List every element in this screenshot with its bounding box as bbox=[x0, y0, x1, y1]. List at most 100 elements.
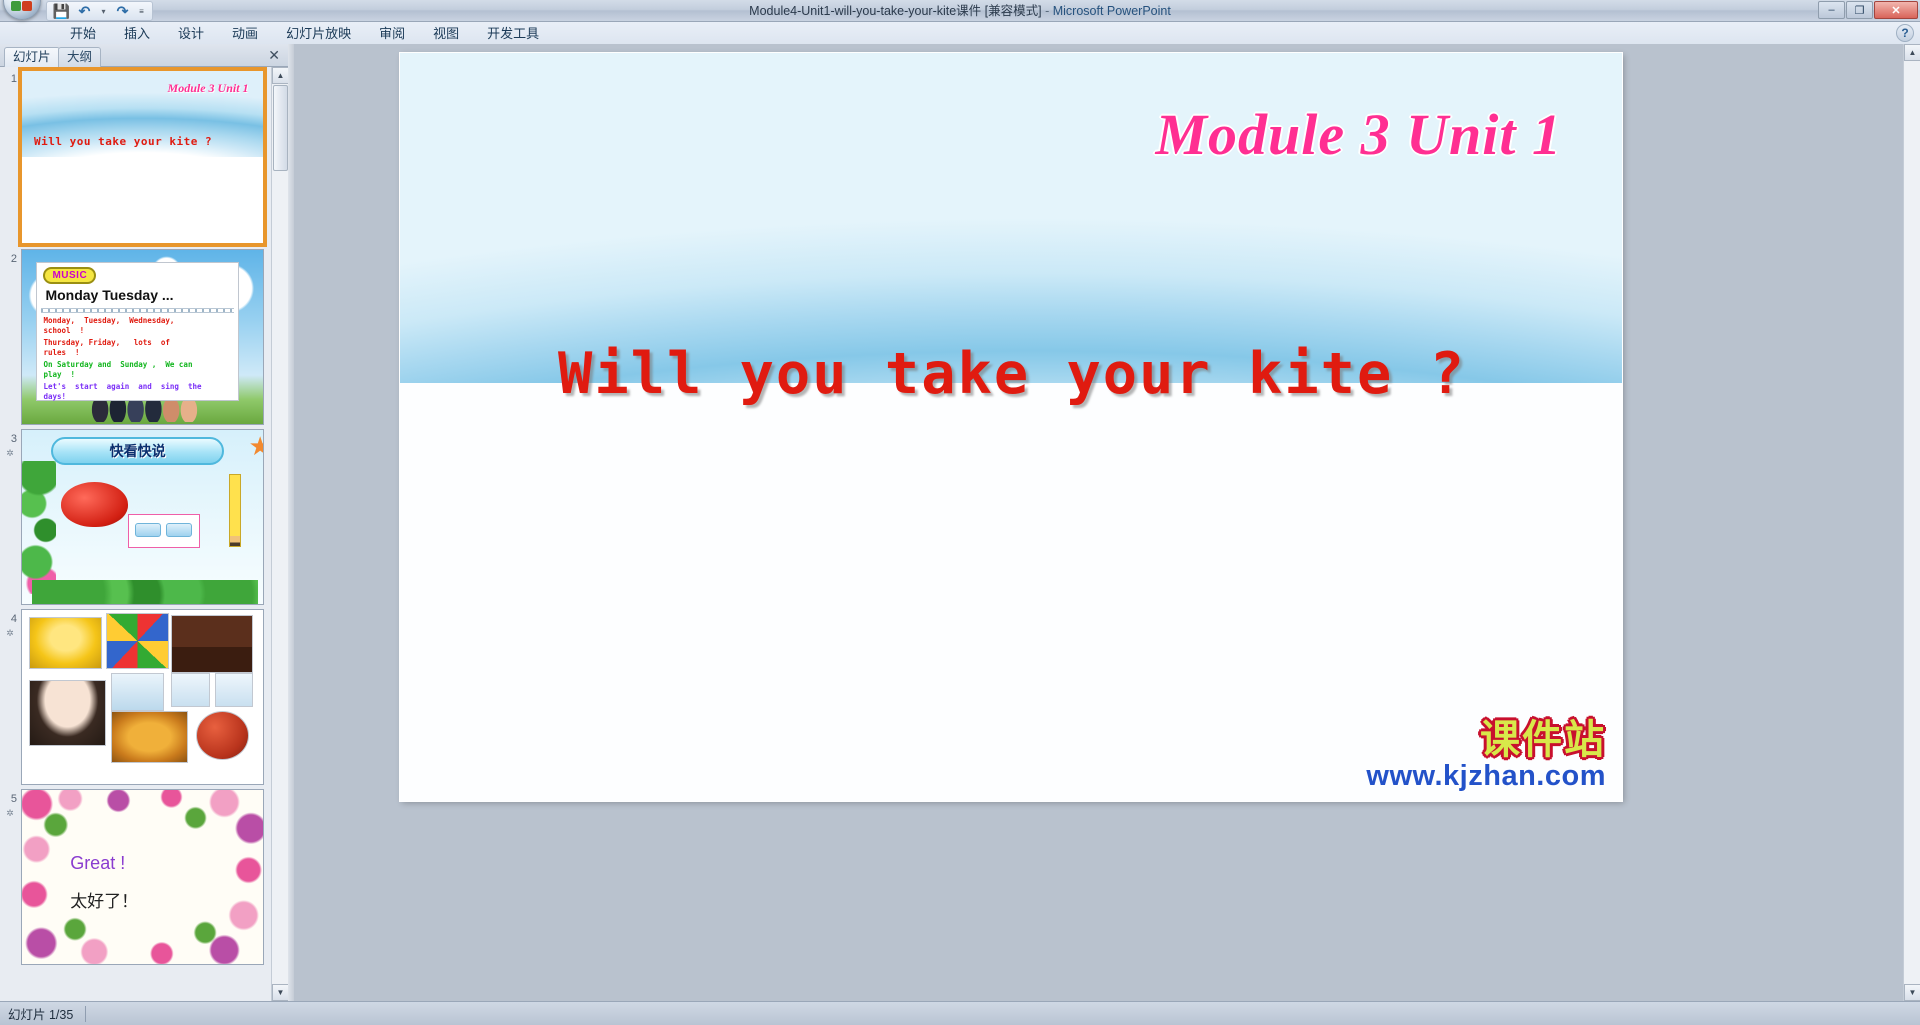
watermark-site-name: 课件站 bbox=[1480, 717, 1606, 762]
pane-tab-slides[interactable]: 幻灯片 bbox=[4, 47, 60, 67]
thumbnail-number: 4 bbox=[10, 613, 17, 625]
redo-icon[interactable]: ↷ bbox=[114, 3, 131, 20]
eraser-frame bbox=[128, 513, 201, 549]
tab-review[interactable]: 审阅 bbox=[365, 23, 419, 44]
thumb-title-text: Module 3 Unit 1 bbox=[167, 81, 249, 96]
slide-title-text[interactable]: Module 3 Unit 1 bbox=[1155, 101, 1562, 168]
thumbnail-slide-4[interactable]: 4 ✲ bbox=[0, 607, 270, 787]
customize-qat-icon[interactable]: ≡ bbox=[137, 3, 146, 20]
icecream-image bbox=[111, 672, 165, 711]
content-card: MUSIC Monday Tuesday ... Monday, Tuesday… bbox=[36, 262, 239, 402]
tab-insert[interactable]: 插入 bbox=[110, 23, 164, 44]
help-icon[interactable]: ? bbox=[1896, 24, 1914, 42]
tab-home[interactable]: 开始 bbox=[56, 23, 110, 44]
quick-access-toolbar: 💾 ↶ ▾ ↷ ≡ bbox=[46, 1, 153, 21]
thumbnail-scroll-region[interactable]: 1 Module 3 Unit 1 Will you take your kit… bbox=[0, 67, 288, 1001]
animation-icon[interactable]: ✲ bbox=[3, 449, 17, 458]
thumbnail-number: 3 bbox=[10, 433, 17, 445]
eraser-image bbox=[165, 523, 193, 537]
undo-dropdown-icon[interactable]: ▾ bbox=[99, 3, 108, 20]
thumbnail-preview: Great ! 太好了！ bbox=[21, 789, 264, 965]
cake-image bbox=[171, 615, 254, 673]
thumbnail-preview: MUSIC Monday Tuesday ... Monday, Tuesday… bbox=[21, 249, 264, 425]
office-logo-icon bbox=[10, 0, 34, 13]
thumb-line-4: Let's start again and sing the days! bbox=[43, 382, 202, 402]
thumb-great-text: Great ! bbox=[70, 852, 126, 873]
thumbnail-preview: Module 3 Unit 1 Will you take your kite … bbox=[18, 67, 267, 247]
thumb-line-1: Monday, Tuesday, Wednesday, school ! bbox=[43, 316, 175, 336]
vine-decoration-left bbox=[22, 461, 56, 594]
slide-body-text[interactable]: Will you take your kite ? bbox=[482, 341, 1542, 407]
save-icon[interactable]: 💾 bbox=[53, 3, 70, 20]
divider bbox=[41, 308, 234, 314]
window-controls: – ❐ ✕ bbox=[1818, 1, 1918, 19]
ribbon-tabs: 开始 插入 设计 动画 幻灯片放映 审阅 视图 开发工具 bbox=[56, 22, 553, 44]
animation-icon[interactable]: ✲ bbox=[3, 809, 17, 818]
thumbnail-slide-1[interactable]: 1 Module 3 Unit 1 Will you take your kit… bbox=[0, 67, 270, 247]
thumb-line-2: Thursday, Friday, lots of rules ! bbox=[43, 338, 170, 358]
flower-border-decoration bbox=[22, 790, 263, 964]
scroll-down-icon[interactable]: ▼ bbox=[1904, 984, 1920, 1001]
pane-tab-outline[interactable]: 大纲 bbox=[58, 47, 102, 67]
banana-image bbox=[29, 616, 102, 670]
workspace: 幻灯片 大纲 ✕ 1 Module 3 Unit 1 Will you take… bbox=[0, 44, 1920, 1001]
thumbnail-slide-3[interactable]: 3 ✲ 快看快说 ★ bbox=[0, 427, 270, 607]
thumb-cn-text: 太好了！ bbox=[70, 892, 139, 912]
thumbnail-number: 1 bbox=[10, 73, 17, 85]
close-pane-icon[interactable]: ✕ bbox=[268, 47, 280, 63]
basketball-image bbox=[195, 710, 249, 760]
milk-image bbox=[29, 679, 107, 746]
thumbnail-number: 5 bbox=[10, 793, 17, 805]
thumbnail-slide-2[interactable]: 2 MUSIC Monday Tuesday ... Monday, Tuesd… bbox=[0, 247, 270, 427]
ribbon-tab-bar: 开始 插入 设计 动画 幻灯片放映 审阅 视图 开发工具 ? bbox=[0, 22, 1920, 44]
undo-icon[interactable]: ↶ bbox=[76, 3, 93, 20]
slides-pane: 幻灯片 大纲 ✕ 1 Module 3 Unit 1 Will you take… bbox=[0, 44, 289, 1001]
heading-banner: 快看快说 bbox=[50, 436, 225, 465]
scroll-down-icon[interactable]: ▼ bbox=[272, 984, 289, 1001]
status-divider bbox=[85, 1005, 87, 1022]
minimize-button[interactable]: – bbox=[1818, 1, 1845, 19]
pencil-image bbox=[229, 473, 242, 547]
thumb-line-3: On Saturday and Sunday , We can play ! bbox=[43, 360, 193, 380]
vine-decoration-bottom bbox=[31, 579, 259, 604]
thumbnail-preview bbox=[21, 609, 264, 785]
eraser-image bbox=[134, 523, 162, 537]
scrollbar-thumb[interactable] bbox=[273, 85, 288, 171]
thumb-body-text: Will you take your kite ? bbox=[34, 134, 213, 148]
music-badge: MUSIC bbox=[43, 267, 97, 285]
scroll-up-icon[interactable]: ▲ bbox=[1904, 44, 1920, 61]
thumbnail-preview: 快看快说 ★ bbox=[21, 429, 264, 605]
thumbnail-slide-5[interactable]: 5 ✲ Great ! 太好了！ bbox=[0, 787, 270, 967]
slide-area-scrollbar[interactable]: ▲ ▼ bbox=[1903, 44, 1920, 1001]
tab-view[interactable]: 视图 bbox=[419, 23, 473, 44]
window-title-separator: - bbox=[1041, 4, 1053, 18]
window-title-app: Microsoft PowerPoint bbox=[1052, 4, 1171, 18]
thumbnail-number: 2 bbox=[10, 253, 17, 265]
thumb-heading-text: 快看快说 bbox=[109, 442, 166, 459]
slides-pane-scrollbar[interactable]: ▲ ▼ bbox=[271, 67, 289, 1001]
window-title-file: Module4-Unit1-will-you-take-your-kite课件 … bbox=[749, 4, 1042, 18]
slide-counter: 幻灯片 1/35 bbox=[8, 1008, 74, 1022]
slide-editing-area[interactable]: Module 3 Unit 1 Will you take your kite … bbox=[294, 44, 1920, 1001]
tab-animations[interactable]: 动画 bbox=[218, 23, 272, 44]
current-slide-canvas[interactable]: Module 3 Unit 1 Will you take your kite … bbox=[400, 53, 1622, 801]
tab-design[interactable]: 设计 bbox=[164, 23, 218, 44]
maximize-button[interactable]: ❐ bbox=[1846, 1, 1873, 19]
noodles-image bbox=[111, 710, 189, 764]
tab-developer[interactable]: 开发工具 bbox=[473, 23, 553, 44]
window-title: Module4-Unit1-will-you-take-your-kite课件 … bbox=[0, 0, 1920, 22]
slides-pane-tabs: 幻灯片 大纲 ✕ bbox=[0, 44, 288, 67]
icecream-image bbox=[214, 672, 254, 708]
watermark: 课件站 www.kjzhan.com bbox=[1366, 719, 1606, 791]
apple-image bbox=[60, 482, 129, 528]
thumbnail-list: 1 Module 3 Unit 1 Will you take your kit… bbox=[0, 67, 270, 967]
title-bar: Module4-Unit1-will-you-take-your-kite课件 … bbox=[0, 0, 1920, 22]
scroll-up-icon[interactable]: ▲ bbox=[272, 67, 289, 84]
tab-slideshow[interactable]: 幻灯片放映 bbox=[272, 23, 365, 44]
status-bar: 幻灯片 1/35 bbox=[0, 1001, 1920, 1025]
thumb-heading-text: Monday Tuesday ... bbox=[45, 287, 174, 304]
animation-icon[interactable]: ✲ bbox=[3, 629, 17, 638]
watermark-url: www.kjzhan.com bbox=[1366, 759, 1606, 792]
close-button[interactable]: ✕ bbox=[1874, 1, 1918, 19]
icecream-image bbox=[171, 672, 210, 708]
